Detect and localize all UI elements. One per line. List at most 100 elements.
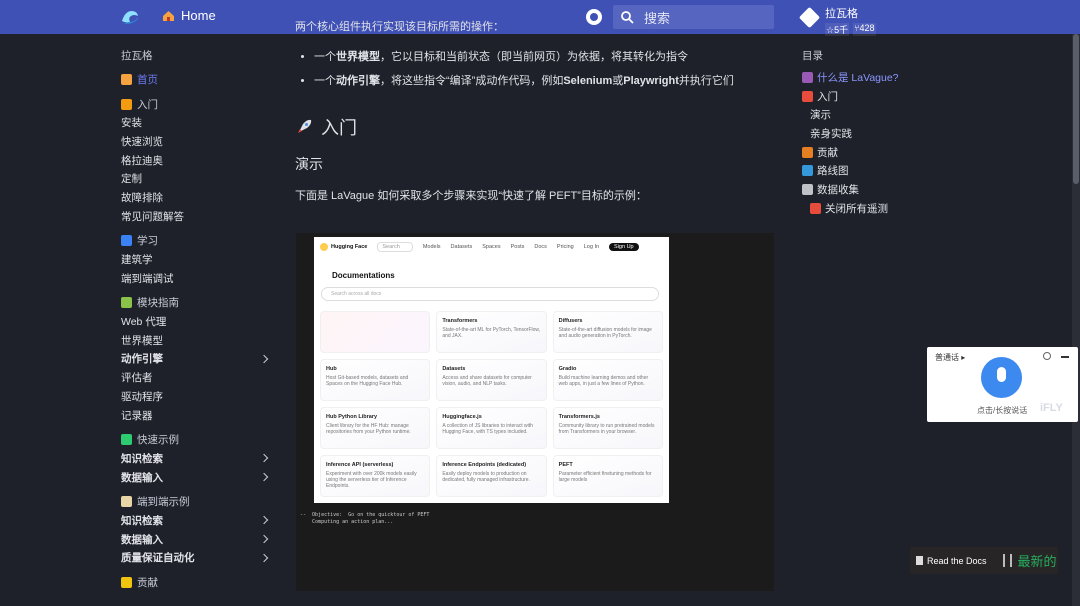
- toc-item[interactable]: 路线图: [802, 161, 922, 180]
- toc-item[interactable]: 演示: [802, 105, 922, 124]
- sidebar-item[interactable]: 快速示例: [121, 430, 271, 449]
- hf-nav-item: Sign Up: [609, 243, 639, 251]
- home-icon: [121, 73, 132, 85]
- sidebar-item[interactable]: 评估者: [121, 368, 271, 387]
- sidebar-item[interactable]: 定制: [121, 169, 271, 188]
- sidebar-item-label: 动作引擎: [121, 353, 163, 366]
- readthedocs-badge[interactable]: Read the Docs 最新的: [910, 547, 1058, 574]
- chart-icon: [802, 183, 813, 195]
- repo-stars: ☆5千: [825, 23, 850, 36]
- sidebar-item[interactable]: 格拉迪奥: [121, 151, 271, 170]
- chevron-right-icon[interactable]: [259, 472, 269, 482]
- microphone-button[interactable]: [981, 357, 1022, 398]
- chevron-right-icon[interactable]: [259, 454, 269, 463]
- sidebar-item[interactable]: 世界模型: [121, 331, 271, 350]
- sidebar-item[interactable]: 动作引擎: [121, 350, 271, 369]
- sidebar-item-label: 模块指南: [137, 297, 179, 310]
- sidebar-item-label: 端到端示例: [137, 496, 190, 509]
- hf-doc-card: Diffusers State-of-the-art diffusion mode…: [552, 311, 663, 353]
- map-icon: [802, 165, 813, 177]
- sidebar-item[interactable]: 记录器: [121, 406, 271, 425]
- sidebar-item-label: 快速浏览: [121, 135, 163, 148]
- chevron-right-icon[interactable]: [259, 354, 269, 364]
- check-icon: [121, 434, 132, 446]
- chevron-right-icon[interactable]: [259, 534, 269, 544]
- sidebar-item[interactable]: 知识检索: [121, 449, 271, 468]
- component-list: 一个世界模型，它以目标和当前状态（即当前网页）为依据，将其转化为指令 一个动作引…: [314, 45, 775, 93]
- sidebar-item[interactable]: 驱动程序: [121, 387, 271, 406]
- hug-icon: [121, 577, 132, 589]
- sidebar-item[interactable]: 学习: [121, 232, 271, 251]
- hf-nav-item: Search: [377, 242, 413, 252]
- home-icon: [163, 11, 174, 21]
- sidebar-item[interactable]: 质量保证自动化: [121, 549, 271, 568]
- table-of-contents: 目录 什么是 LaVague? 入门演示 亲身实践贡献路线图数据收集关闭所有遥测: [802, 48, 922, 218]
- branch-icon: [1002, 554, 1012, 567]
- toc-item[interactable]: 贡献: [802, 143, 922, 162]
- sidebar-item[interactable]: 常见问题解答: [121, 207, 271, 226]
- sidebar-item[interactable]: 贡献: [121, 573, 271, 592]
- version-label: 最新的: [1017, 554, 1057, 569]
- no-entry-icon: [810, 202, 821, 214]
- sidebar-item-label: 学习: [137, 235, 158, 248]
- sidebar-item[interactable]: Web 代理: [121, 312, 271, 331]
- voice-hint: 点击/长按说话: [977, 406, 1028, 415]
- hf-doc-card: Gradio Build machine learning demos and o…: [552, 359, 663, 401]
- sidebar-item[interactable]: 知识检索: [121, 511, 271, 530]
- toc-item[interactable]: 关闭所有遥测: [802, 199, 922, 218]
- hf-nav-item: Log In: [583, 244, 600, 250]
- home-label: Home: [181, 8, 216, 23]
- list-item: 一个动作引擎，将这些指令“编译”成动作代码，例如Selenium或Playwri…: [314, 69, 775, 93]
- toc-item[interactable]: 亲身实践: [802, 124, 922, 143]
- sidebar-item[interactable]: 建筑学: [121, 250, 271, 269]
- lightning-icon: [121, 98, 132, 110]
- toc-item-label: 数据收集: [817, 183, 859, 196]
- sidebar-item-label: 世界模型: [121, 334, 163, 347]
- sidebar-item[interactable]: 首页: [121, 70, 271, 89]
- sidebar-item-label: 快速示例: [137, 434, 179, 447]
- sidebar-item-label: 入门: [137, 98, 158, 111]
- hf-doc-card: Huggingface.js A collection of JS librari…: [436, 407, 547, 449]
- sidebar-item-label: 格拉迪奥: [121, 154, 163, 167]
- puzzle-icon: [121, 297, 132, 309]
- sidebar-item-label: 安装: [121, 117, 142, 130]
- minimize-icon[interactable]: [1061, 356, 1069, 358]
- toc-title: 目录: [802, 50, 823, 62]
- hf-logo-icon: [320, 243, 328, 251]
- toc-item[interactable]: 数据收集: [802, 180, 922, 199]
- sidebar-item[interactable]: 数据输入: [121, 468, 271, 487]
- book-icon: [916, 556, 923, 565]
- sidebar-item[interactable]: 入门: [121, 95, 271, 114]
- sidebar-item[interactable]: 端到端调试: [121, 269, 271, 288]
- toc-item[interactable]: 入门: [802, 87, 922, 106]
- hf-doc-card: [320, 311, 431, 353]
- sidebar-item[interactable]: 故障排除: [121, 188, 271, 207]
- toc-item[interactable]: 什么是 LaVague?: [802, 68, 922, 87]
- sidebar-item[interactable]: 数据输入: [121, 530, 271, 549]
- voice-mode-select[interactable]: 普通话 ▸: [935, 352, 965, 363]
- sidebar-item[interactable]: 安装: [121, 113, 271, 132]
- gear-icon[interactable]: [1043, 352, 1051, 360]
- repo-forks: ⑂428: [853, 23, 876, 36]
- hf-brand: Hugging Face: [320, 243, 367, 251]
- scrollbar-thumb[interactable]: [1073, 34, 1079, 184]
- toc-item-label: 入门: [817, 90, 838, 103]
- chevron-right-icon[interactable]: [259, 516, 269, 525]
- main-content: 两个核心组件执行实现该目标所需的操作： 一个世界模型，它以目标和当前状态（即当前…: [295, 18, 775, 205]
- rocket-icon: [802, 90, 813, 102]
- sidebar-item[interactable]: 模块指南: [121, 294, 271, 313]
- home-link[interactable]: Home: [162, 8, 216, 23]
- sidebar-item[interactable]: 快速浏览: [121, 132, 271, 151]
- sidebar-item-label: 建筑学: [121, 254, 153, 267]
- hf-doc-card: Transformers.js Community library to run …: [552, 407, 663, 449]
- lavague-logo-icon[interactable]: [120, 7, 140, 27]
- sidebar-item[interactable]: 端到端示例: [121, 492, 271, 511]
- repo-link[interactable]: 拉瓦格 ☆5千 ⑂428: [798, 5, 876, 36]
- hf-nav-item: Datasets: [450, 244, 473, 250]
- hf-doc-card: Hub Python Library Client library for the…: [320, 407, 431, 449]
- chevron-right-icon[interactable]: [259, 553, 269, 563]
- demo-description: 下面是 LaVague 如何采取多个步骤来实现“快速了解 PEFT”目标的示例：: [295, 190, 647, 202]
- toc-item-label: 关闭所有遥测: [825, 202, 888, 215]
- toc-item-label: 贡献: [817, 146, 838, 159]
- sidebar-item-label: 知识检索: [121, 452, 163, 465]
